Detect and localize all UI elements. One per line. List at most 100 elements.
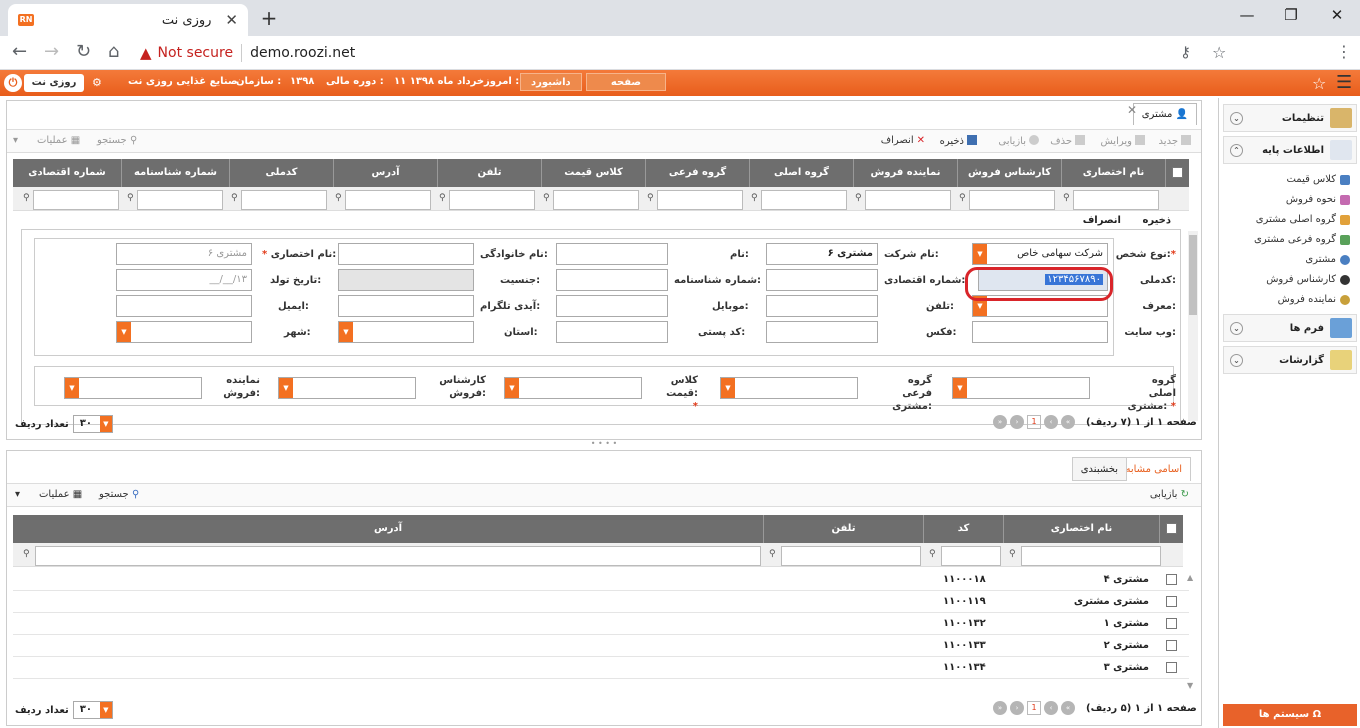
select-all-checkbox[interactable] [1172,167,1183,178]
sidebar-item-main-group[interactable]: گروه اصلی مشتری [1256,214,1350,225]
select-all-checkbox[interactable] [1166,523,1177,534]
prev-page-icon[interactable]: ‹ [1044,415,1058,429]
row-checkbox[interactable] [1166,596,1177,607]
table-row[interactable]: مشتری ۳ ۱۱۰۰۱۳۴ [13,657,1189,679]
id-number-input[interactable] [556,269,668,291]
filter-icon[interactable]: ⚲ [23,193,30,203]
sidebar-reports[interactable]: ⌄ گزارشات [1223,346,1357,374]
sales-rep-select[interactable]: ▼ [64,377,202,399]
filter-address[interactable] [345,190,431,210]
filter-icon[interactable]: ⚲ [127,193,134,203]
dropdown-arrow-icon[interactable]: ▾ [15,489,20,500]
browser-tab[interactable]: RN روزی نت ✕ [8,4,248,36]
col-code[interactable]: کد [923,515,1003,543]
filter-icon[interactable]: ⚲ [231,193,238,203]
chevron-up-icon[interactable]: ⌃ [1230,144,1243,157]
sidebar-settings[interactable]: ⌄ تنظیمات [1223,104,1357,132]
dropdown-arrow-icon[interactable]: ▼ [721,378,735,398]
filter-icon[interactable]: ⚲ [1009,549,1016,559]
sub-group-select[interactable]: ▼ [720,377,858,399]
rows-per-page-select[interactable]: ۳۰ ▼ [72,701,113,719]
filter-icon[interactable]: ⚲ [929,549,936,559]
minimize-icon[interactable]: — [1232,6,1262,24]
first-page-icon[interactable]: « [1061,415,1075,429]
gender-select[interactable] [338,269,474,291]
col-sales-expert[interactable]: کارشناس فروش [957,159,1061,187]
filter-short-name[interactable] [1021,546,1161,566]
row-checkbox[interactable] [1166,662,1177,673]
close-window-icon[interactable]: ✕ [1322,6,1352,24]
table-row[interactable]: مشتری ۲ ۱۱۰۰۱۳۳ [13,635,1189,657]
table-row[interactable]: مشتری ۱ ۱۱۰۰۱۳۲ [13,613,1189,635]
fax-input[interactable] [766,321,878,343]
prev-page-icon[interactable]: ‹ [1044,701,1058,715]
filter-icon[interactable]: ⚲ [769,549,776,559]
table-row[interactable]: مشتری ۴ ۱۱۰۰۰۱۸ [13,569,1189,591]
filter-price-class[interactable] [553,190,639,210]
filter-icon[interactable]: ⚲ [23,549,30,559]
restore-button[interactable]: بازیابی [998,135,1039,147]
last-page-icon[interactable]: » [993,701,1007,715]
filter-national-code[interactable] [241,190,327,210]
close-tab-icon[interactable]: ✕ [1127,103,1137,117]
form-save-link[interactable]: ذخیره [1142,215,1171,226]
dropdown-arrow-icon[interactable]: ▼ [953,378,967,398]
delete-button[interactable]: حذف [1050,135,1085,147]
address-bar[interactable]: ▲ Not secure demo.roozi.net [140,39,1240,67]
browser-menu-icon[interactable]: ⋮ [1336,42,1352,61]
forward-icon[interactable]: → [44,41,59,62]
col-short-name[interactable]: نام اختصاری [1061,159,1165,187]
dropdown-arrow-icon[interactable]: ▼ [279,378,293,398]
home-icon[interactable]: ⌂ [108,41,119,62]
row-checkbox[interactable] [1166,574,1177,585]
systems-button[interactable]: سیستم ها Ω [1223,704,1357,726]
row-checkbox[interactable] [1166,640,1177,651]
page-number[interactable]: 1 [1027,701,1041,715]
edit-button[interactable]: ویرایش [1101,135,1145,147]
price-class-select[interactable]: ▼ [504,377,642,399]
filter-icon[interactable]: ⚲ [439,193,446,203]
person-type-select[interactable]: شرکت سهامی خاص ▼ [972,243,1108,265]
new-tab-button[interactable]: + [256,6,282,30]
filter-code[interactable] [941,546,1001,566]
filter-icon[interactable]: ⚲ [959,193,966,203]
dropdown-arrow-icon[interactable]: ▼ [99,702,112,718]
sidebar-item-sales-method[interactable]: نحوه فروش [1286,194,1350,205]
back-icon[interactable]: ← [12,41,27,62]
col-national-code[interactable]: کدملی [229,159,333,187]
birth-date-input[interactable]: __/__/۱۳ [116,269,252,291]
filter-icon[interactable]: ⚲ [751,193,758,203]
dropdown-arrow-icon[interactable]: ▼ [65,378,79,398]
favorites-star-icon[interactable]: ☆ [1312,74,1326,93]
filter-icon[interactable]: ⚲ [1063,193,1070,203]
filter-short-name[interactable] [1073,190,1159,210]
dropdown-arrow-icon[interactable]: ▼ [339,322,353,342]
dropdown-arrow-icon[interactable]: ▼ [505,378,519,398]
col-economic-number[interactable]: شماره اقتصادی [13,159,121,187]
filter-sub-group[interactable] [657,190,743,210]
filter-icon[interactable]: ⚲ [543,193,550,203]
dropdown-arrow-icon[interactable]: ▼ [99,416,112,432]
restore-window-icon[interactable]: ❐ [1276,6,1306,24]
col-short-name[interactable]: نام اختصاری [1003,515,1159,543]
save-button[interactable]: ذخیره [940,135,977,147]
filter-icon[interactable]: ⚲ [855,193,862,203]
dropdown-arrow-icon[interactable]: ▾ [13,135,18,146]
form-cancel-link[interactable]: انصراف [1083,215,1121,226]
filter-phone[interactable] [449,190,535,210]
col-main-group[interactable]: گروه اصلی [749,159,853,187]
company-name-input[interactable]: مشتری ۶ [766,243,878,265]
power-icon[interactable]: ⏻ [4,74,22,92]
col-address[interactable]: آدرس [333,159,437,187]
filter-icon[interactable]: ⚲ [647,193,654,203]
table-row[interactable]: مشتری مشتری ۱۱۰۰۱۱۹ [13,591,1189,613]
search-button[interactable]: جستجو ⚲ [97,135,137,146]
filter-phone[interactable] [781,546,921,566]
key-icon[interactable]: ⚷ [1180,43,1191,61]
col-id-number[interactable]: شماره شناسنامه [121,159,229,187]
bottom-search-button[interactable]: جستجو ⚲ [99,489,139,500]
cancel-button[interactable]: انصراف ✕ [881,135,925,146]
dropdown-arrow-icon[interactable]: ▼ [973,244,987,264]
first-page-icon[interactable]: « [1061,701,1075,715]
sidebar-item-sub-group[interactable]: گروه فرعی مشتری [1254,234,1350,245]
